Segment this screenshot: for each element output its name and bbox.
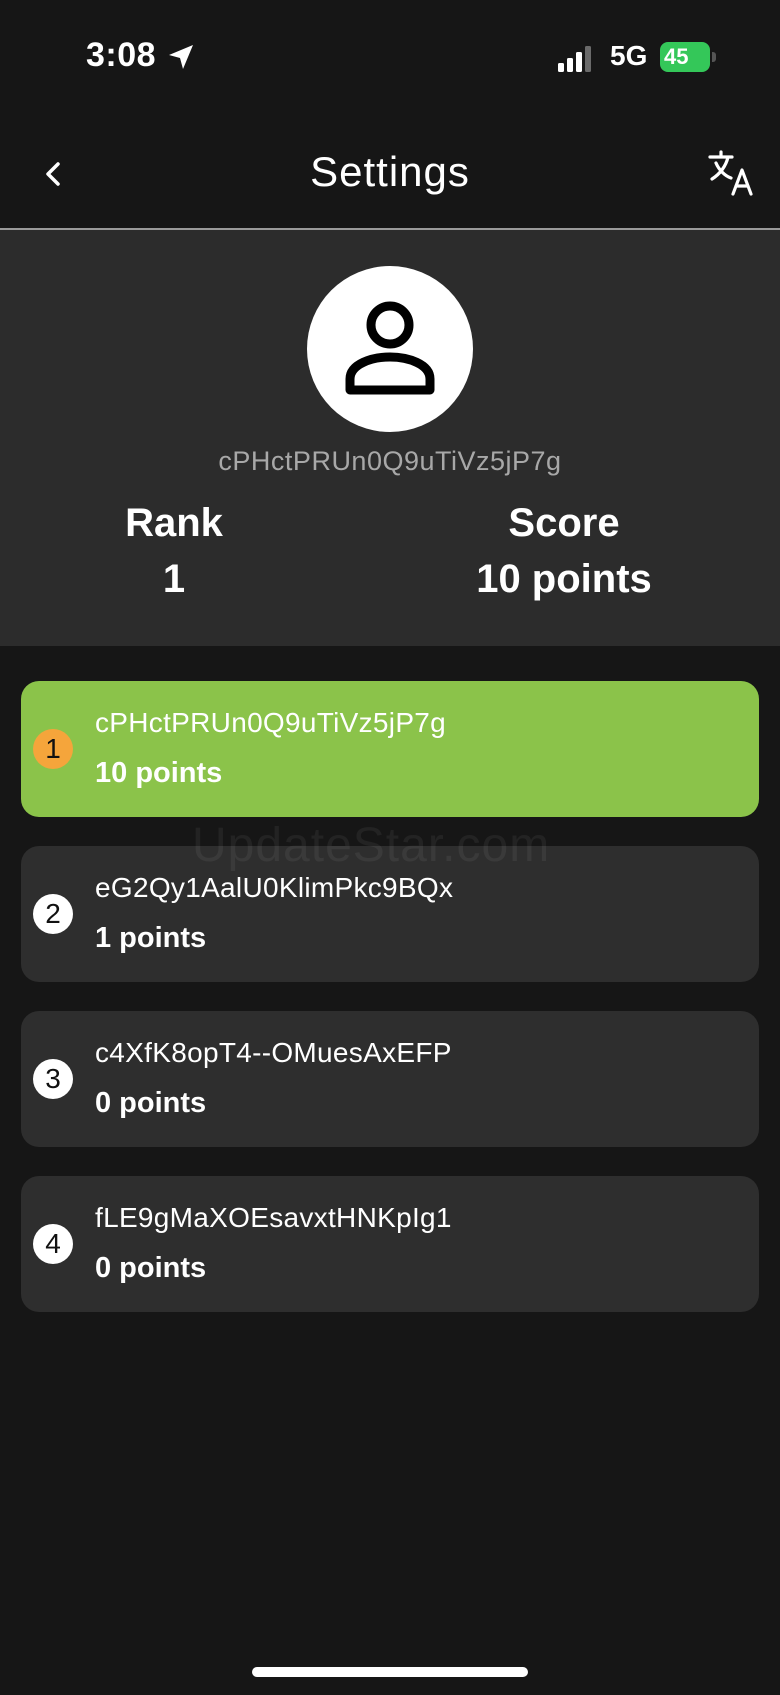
- rank-badge: 3: [33, 1059, 73, 1099]
- rank-label: Rank: [125, 501, 223, 545]
- score-value: 10 points: [476, 557, 652, 601]
- network-type: 5G: [610, 40, 648, 71]
- status-bar: 3:08 5G 45: [0, 0, 780, 118]
- leaderboard-entry[interactable]: 4 fLE9gMaXOEsavxtHNKpIg1 0 points: [21, 1176, 759, 1312]
- leaderboard-entry[interactable]: 1 cPHctPRUn0Q9uTiVz5jP7g 10 points: [21, 681, 759, 817]
- avatar: [307, 266, 473, 432]
- entry-points: 0 points: [95, 1252, 207, 1284]
- page-title: Settings: [310, 148, 470, 195]
- score-stat: Score 10 points: [434, 498, 694, 610]
- rank-badge: 2: [33, 894, 73, 934]
- leaderboard-entry[interactable]: 3 c4XfK8opT4--OMuesAxEFP 0 points: [21, 1011, 759, 1147]
- nav-bar: Settings: [0, 118, 780, 230]
- entry-user-id: cPHctPRUn0Q9uTiVz5jP7g: [95, 707, 447, 738]
- entry-user-id: c4XfK8opT4--OMuesAxEFP: [95, 1037, 452, 1068]
- profile-user-id: cPHctPRUn0Q9uTiVz5jP7g: [218, 446, 562, 476]
- location-arrow-icon: [169, 45, 193, 69]
- battery-level: 45: [664, 44, 689, 69]
- rank-badge: 4: [33, 1224, 73, 1264]
- entry-points: 10 points: [95, 757, 223, 789]
- entry-points: 0 points: [95, 1087, 207, 1119]
- entry-user-id: fLE9gMaXOEsavxtHNKpIg1: [95, 1202, 452, 1233]
- cellular-signal-icon: [558, 46, 591, 72]
- profile-card: cPHctPRUn0Q9uTiVz5jP7g Rank 1 Score 10 p…: [0, 230, 780, 646]
- home-indicator[interactable]: [252, 1667, 528, 1677]
- rank-stat: Rank 1: [74, 498, 274, 610]
- score-label: Score: [508, 501, 620, 545]
- person-icon: [345, 301, 435, 395]
- rank-badge: 1: [33, 729, 73, 769]
- battery-icon: 45: [660, 42, 716, 72]
- rank-value: 1: [162, 557, 186, 601]
- translate-icon[interactable]: [706, 148, 756, 198]
- leaderboard-list: 1 cPHctPRUn0Q9uTiVz5jP7g 10 points 2 eG2…: [21, 681, 759, 1341]
- entry-points: 1 points: [95, 922, 207, 954]
- entry-user-id: eG2Qy1AalU0KlimPkc9BQx: [95, 872, 454, 903]
- status-time: 3:08: [86, 36, 157, 74]
- watermark: UpdateStar.com: [192, 819, 551, 872]
